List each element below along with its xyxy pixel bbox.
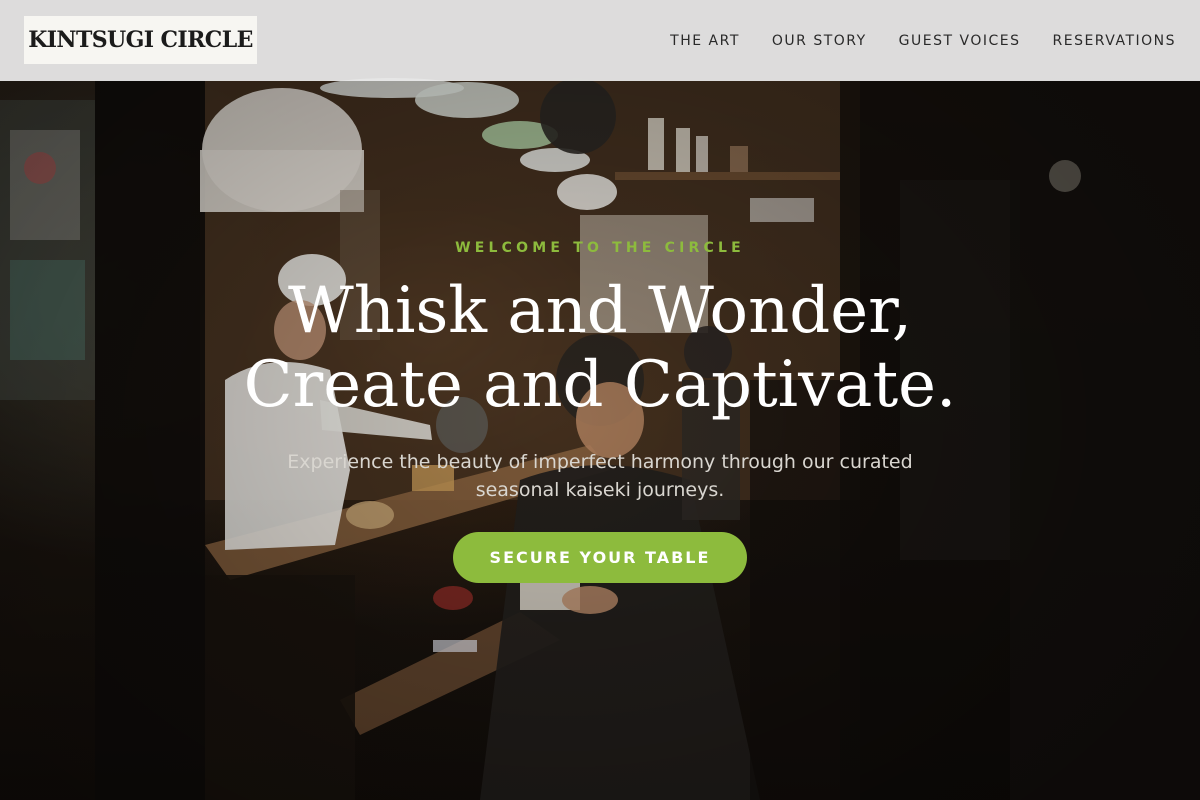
nav-link-guest-voices[interactable]: GUEST VOICES bbox=[899, 33, 1021, 49]
nav-link-our-story[interactable]: OUR STORY bbox=[772, 33, 867, 49]
hero-subtext: Experience the beauty of imperfect harmo… bbox=[287, 451, 913, 501]
hero-headline: Whisk and Wonder, Create and Captivate. bbox=[243, 274, 957, 422]
site-header: KINTSUGI CIRCLE THE ART OUR STORY GUEST … bbox=[0, 0, 1200, 81]
hero-eyebrow: WELCOME TO THE CIRCLE bbox=[455, 240, 745, 256]
main-nav: THE ART OUR STORY GUEST VOICES RESERVATI… bbox=[670, 0, 1176, 81]
secure-table-button[interactable]: SECURE YOUR TABLE bbox=[453, 532, 747, 583]
hero-content: WELCOME TO THE CIRCLE Whisk and Wonder, … bbox=[0, 238, 1200, 583]
brand-logo[interactable]: KINTSUGI CIRCLE bbox=[24, 16, 257, 64]
nav-link-the-art[interactable]: THE ART bbox=[670, 33, 740, 49]
nav-link-reservations[interactable]: RESERVATIONS bbox=[1053, 33, 1177, 49]
